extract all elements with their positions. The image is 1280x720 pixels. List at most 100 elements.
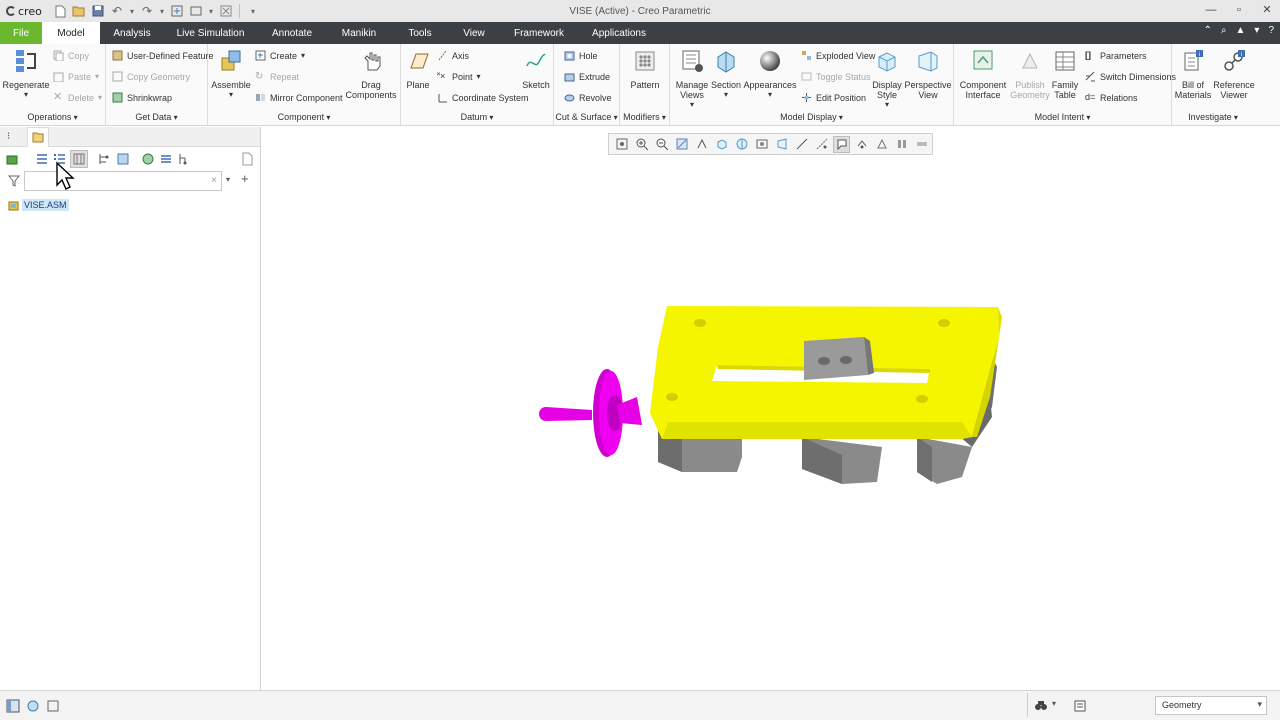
help-dropdown-icon[interactable]: ▾ — [1254, 25, 1259, 36]
copy-button[interactable]: Copy — [53, 50, 89, 61]
plane-button[interactable]: Plane — [403, 48, 433, 90]
perspective-view-button[interactable]: Perspective View — [904, 48, 952, 100]
tab-file[interactable]: File — [0, 22, 42, 44]
perspective-icon[interactable] — [773, 136, 790, 153]
model-tree-search-input[interactable]: × — [24, 171, 222, 191]
axis-button[interactable]: Axis — [437, 50, 469, 61]
graphics-window[interactable] — [262, 127, 1280, 690]
coordinate-system-button[interactable]: Coordinate System — [437, 92, 529, 103]
group-label-cut-surface[interactable]: Cut & Surface — [554, 112, 619, 122]
browser-toggle-icon[interactable] — [26, 699, 40, 713]
section-quick-icon[interactable] — [793, 136, 810, 153]
relations-button[interactable]: d= Relations — [1085, 92, 1138, 103]
regenerate-quick-icon[interactable] — [169, 3, 185, 19]
full-screen-icon[interactable] — [46, 699, 60, 713]
bill-of-materials-button[interactable]: i Bill of Materials — [1172, 48, 1214, 100]
help-icon[interactable]: ? — [1268, 25, 1274, 36]
group-label-modifiers[interactable]: Modifiers — [620, 112, 669, 122]
group-label-operations[interactable]: Operations — [0, 112, 105, 122]
group-label-model-intent[interactable]: Model Intent — [954, 112, 1171, 122]
selected-items-icon[interactable] — [1073, 699, 1087, 713]
group-label-investigate[interactable]: Investigate — [1172, 112, 1254, 122]
search-icon[interactable]: ⌕ — [1221, 25, 1227, 36]
section-button[interactable]: Section ▾ — [710, 48, 742, 100]
delete-button[interactable]: ✕ Delete ▾ — [53, 92, 102, 103]
manage-views-button[interactable]: Manage Views ▾ — [674, 48, 710, 110]
display-style-quick-icon[interactable] — [713, 136, 730, 153]
tab-analysis[interactable]: Analysis — [100, 22, 164, 44]
stop-icon[interactable] — [913, 136, 930, 153]
layers-icon[interactable] — [159, 152, 173, 166]
family-table-button[interactable]: Family Table — [1050, 48, 1080, 100]
new-file-icon[interactable] — [52, 3, 68, 19]
close-button[interactable]: ✕ — [1260, 2, 1274, 18]
tab-framework[interactable]: Framework — [499, 22, 579, 44]
display-style-button[interactable]: Display Style ▾ — [870, 48, 904, 110]
folder-browser-tab[interactable] — [27, 127, 49, 147]
minimize-button[interactable]: — — [1204, 2, 1218, 18]
assemble-button[interactable]: Assemble ▾ — [210, 48, 252, 100]
redo-dropdown-icon[interactable]: ▾ — [158, 3, 166, 19]
tree-root-item[interactable]: VISE.ASM — [8, 199, 69, 211]
toggle-status-button[interactable]: Toggle Status — [801, 71, 871, 82]
add-filter-icon[interactable]: + — [241, 171, 249, 186]
saved-orientations-icon[interactable] — [733, 136, 750, 153]
settings-tree-icon[interactable] — [97, 152, 111, 166]
layer-tree-icon[interactable] — [141, 152, 155, 166]
exploded-view-button[interactable]: Exploded View — [801, 50, 875, 61]
datum-display-icon[interactable] — [813, 136, 830, 153]
pause-icon[interactable] — [893, 136, 910, 153]
hat-icon[interactable]: ▲ — [1236, 25, 1246, 36]
find-dropdown-icon[interactable]: ▾ — [1052, 699, 1056, 708]
group-label-model-display[interactable]: Model Display — [670, 112, 953, 122]
vise-handle[interactable] — [539, 369, 642, 457]
selection-filter-dropdown[interactable]: Geometry ▾ — [1155, 696, 1267, 715]
appearances-button[interactable]: Appearances ▾ — [743, 48, 797, 100]
filter-dropdown-icon[interactable]: ▾ — [226, 175, 230, 184]
group-label-component[interactable]: Component — [208, 112, 400, 122]
zoom-in-icon[interactable] — [633, 136, 650, 153]
view-manager-icon[interactable] — [753, 136, 770, 153]
annotation-display-icon[interactable] — [833, 135, 850, 153]
customize-quick-access-icon[interactable]: ▾ — [245, 3, 261, 19]
edit-position-button[interactable]: Edit Position — [801, 92, 866, 103]
regenerate-button[interactable]: Regenerate ▾ — [2, 48, 50, 100]
maximize-button[interactable]: ▫ — [1232, 2, 1246, 18]
switch-dimensions-button[interactable]: Switch Dimensions — [1085, 71, 1176, 82]
undo-icon[interactable]: ↶ — [109, 3, 125, 19]
hole-button[interactable]: Hole — [564, 50, 598, 61]
windows-dropdown-icon[interactable]: ▾ — [207, 3, 215, 19]
mirror-component-button[interactable]: Mirror Component — [255, 92, 343, 103]
point-button[interactable]: ˟× Point ▾ — [437, 71, 481, 82]
notes-icon[interactable] — [240, 152, 254, 166]
navigator-toggle-icon[interactable] — [6, 699, 20, 713]
create-button[interactable]: Create ▾ — [255, 50, 305, 61]
close-window-icon[interactable] — [218, 3, 234, 19]
tab-model[interactable]: Model — [42, 22, 100, 44]
copy-geometry-button[interactable]: Copy Geometry — [112, 71, 190, 82]
model-tree-tab-icon[interactable]: ⁝ — [7, 131, 17, 143]
assembly-icon[interactable] — [5, 152, 19, 166]
refit-icon[interactable] — [613, 136, 630, 153]
spin-center-icon[interactable] — [693, 136, 710, 153]
open-folder-icon[interactable] — [71, 3, 87, 19]
tab-view[interactable]: View — [449, 22, 499, 44]
pattern-button[interactable]: Pattern — [626, 48, 664, 90]
vise-assembly-model[interactable] — [532, 297, 1012, 497]
tab-tools[interactable]: Tools — [391, 22, 449, 44]
zoom-out-icon[interactable] — [653, 136, 670, 153]
repaint-icon[interactable] — [673, 136, 690, 153]
user-defined-feature-button[interactable]: User-Defined Feature — [112, 50, 214, 61]
sketch-button[interactable]: Sketch — [521, 48, 551, 90]
drag-components-button[interactable]: Drag Components — [342, 48, 400, 100]
tree-list-icon[interactable] — [35, 152, 49, 166]
clear-filter-icon[interactable]: × — [211, 175, 217, 186]
tree-filters-icon[interactable] — [177, 152, 191, 166]
paste-button[interactable]: Paste ▾ — [53, 71, 99, 82]
group-label-datum[interactable]: Datum — [401, 112, 553, 122]
spin-icon[interactable] — [853, 136, 870, 153]
redo-icon[interactable]: ↷ — [139, 3, 155, 19]
save-icon[interactable] — [90, 3, 106, 19]
tab-applications[interactable]: Applications — [579, 22, 659, 44]
tab-manikin[interactable]: Manikin — [327, 22, 391, 44]
